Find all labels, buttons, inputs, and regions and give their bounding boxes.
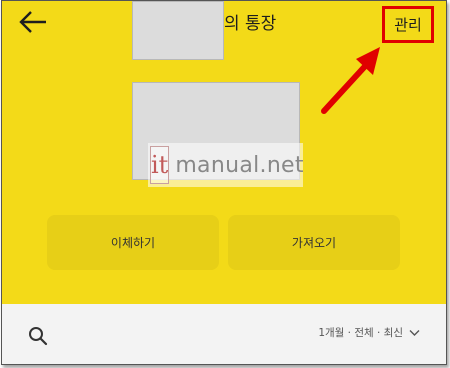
watermark-text: manual.net bbox=[175, 152, 304, 178]
search-button[interactable] bbox=[28, 326, 48, 346]
chevron-down-icon bbox=[409, 329, 420, 336]
filter-dropdown[interactable]: 1개월 · 전체 · 최신 bbox=[318, 325, 420, 340]
watermark-logo: it bbox=[150, 146, 170, 184]
back-arrow-icon bbox=[19, 11, 46, 33]
search-icon bbox=[29, 327, 48, 346]
fetch-button[interactable]: 가져오기 bbox=[228, 215, 400, 270]
account-header-area: 의 통장 관리 it manual.net 이체하기 가져오기 bbox=[2, 1, 446, 304]
manage-button[interactable]: 관리 bbox=[382, 6, 434, 43]
watermark: it manual.net bbox=[148, 143, 304, 187]
filter-label: 1개월 · 전체 · 최신 bbox=[318, 327, 403, 339]
page-title: 의 통장 bbox=[224, 14, 277, 34]
red-arrow-icon bbox=[321, 47, 380, 114]
redacted-account-name bbox=[132, 1, 224, 60]
app-screen: 의 통장 관리 it manual.net 이체하기 가져오기 1개월 · 전체… bbox=[1, 0, 447, 365]
back-button[interactable] bbox=[16, 7, 50, 37]
transfer-button[interactable]: 이체하기 bbox=[47, 215, 219, 270]
transaction-filter-bar: 1개월 · 전체 · 최신 bbox=[2, 304, 446, 364]
